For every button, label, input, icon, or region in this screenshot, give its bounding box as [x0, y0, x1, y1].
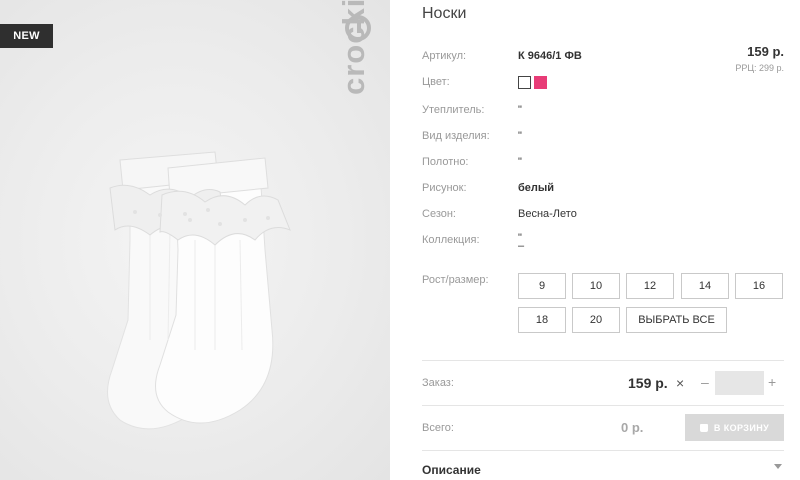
color-swatch-pink[interactable]	[534, 76, 547, 89]
color-swatch-white[interactable]	[518, 76, 531, 89]
order-price: 159 р.	[628, 375, 668, 391]
select-all-sizes-button[interactable]: ВЫБРАТЬ ВСЕ	[626, 307, 727, 333]
type-value: "	[518, 130, 522, 142]
order-label: Заказ:	[422, 377, 454, 389]
article-value: К 9646/1 ФВ	[518, 50, 582, 62]
divider	[422, 450, 784, 451]
shopping-bag-icon	[699, 423, 708, 432]
size-button-20[interactable]: 20	[572, 307, 620, 333]
total-value: 0 р.	[621, 420, 644, 435]
recommended-price: РРЦ: 299 р.	[735, 63, 784, 73]
collection-label: Коллекция:	[422, 234, 480, 246]
size-button-14[interactable]: 14	[681, 273, 729, 299]
quantity-input[interactable]	[715, 371, 764, 395]
product-image[interactable]: NEW crockid	[0, 0, 390, 480]
size-label: Рост/размер:	[422, 274, 489, 286]
pattern-label: Рисунок:	[422, 182, 467, 194]
add-to-cart-label: В КОРЗИНУ	[713, 422, 770, 433]
close-icon[interactable]: ×	[676, 375, 684, 391]
chevron-down-icon[interactable]	[774, 464, 782, 469]
description-toggle[interactable]: Описание	[422, 463, 481, 477]
season-label: Сезон:	[422, 208, 456, 220]
total-label: Всего:	[422, 422, 454, 434]
article-label: Артикул:	[422, 50, 467, 62]
insulation-label: Утеплитель:	[422, 104, 485, 116]
decrement-button[interactable]: –	[701, 374, 709, 390]
size-button-16[interactable]: 16	[735, 273, 783, 299]
size-button-10[interactable]: 10	[572, 273, 620, 299]
fabric-label: Полотно:	[422, 156, 469, 168]
pattern-value: белый	[518, 182, 555, 194]
new-badge: NEW	[0, 24, 53, 48]
type-label: Вид изделия:	[422, 130, 490, 142]
product-title: Носки	[422, 5, 467, 22]
product-info-panel: Носки Артикул: К 9646/1 ФВ 159 р. РРЦ: 2…	[422, 0, 784, 480]
fabric-value: "	[518, 156, 522, 168]
increment-button[interactable]: +	[768, 374, 776, 390]
size-button-18[interactable]: 18	[518, 307, 566, 333]
divider	[422, 405, 784, 406]
insulation-value: "	[518, 104, 522, 116]
season-value: Весна-Лето	[518, 208, 577, 220]
socks-illustration	[107, 151, 291, 430]
divider	[422, 360, 784, 361]
brand-watermark: crockid	[336, 0, 371, 95]
size-button-9[interactable]: 9	[518, 273, 566, 299]
add-to-cart-button[interactable]: В КОРЗИНУ	[685, 414, 784, 441]
size-button-12[interactable]: 12	[626, 273, 674, 299]
price: 159 р.	[747, 44, 784, 59]
collection-extra: –	[518, 240, 525, 252]
color-label: Цвет:	[422, 76, 450, 88]
